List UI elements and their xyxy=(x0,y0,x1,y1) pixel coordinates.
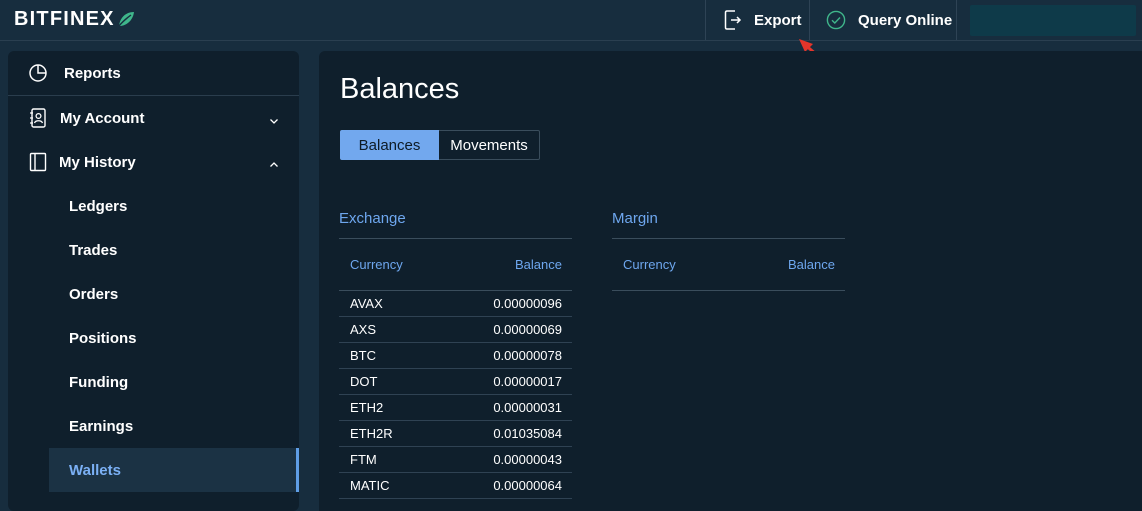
balance-cell: 0.00000017 xyxy=(493,374,562,389)
sidebar-item-earnings[interactable]: Earnings xyxy=(49,404,299,448)
sidebar-item-positions[interactable]: Positions xyxy=(49,316,299,360)
column-header-currency: Currency xyxy=(350,257,403,272)
sidebar-item-ledgers[interactable]: Ledgers xyxy=(49,184,299,228)
leaf-icon xyxy=(118,12,134,27)
pie-chart-icon xyxy=(28,63,48,83)
balance-cell: 0.00000096 xyxy=(493,296,562,311)
exchange-table-body: AVAX 0.00000096 AXS 0.00000069 BTC 0.00000078… xyxy=(339,291,572,499)
logo-text: BITFINEX xyxy=(14,7,115,30)
sidebar-item-wallets[interactable]: Wallets xyxy=(49,448,299,492)
currency-cell: MATIC xyxy=(350,478,390,493)
tab-bar: Balances Movements xyxy=(340,130,540,160)
export-button[interactable]: Export xyxy=(705,0,809,40)
sidebar-item-label: My History xyxy=(59,153,136,171)
sidebar-item-my-account[interactable]: My Account xyxy=(8,96,299,140)
sidebar-item-my-history[interactable]: My History xyxy=(8,140,299,184)
sidebar-item-trades[interactable]: Trades xyxy=(49,228,299,272)
exchange-section: Exchange Currency Balance AVAX 0.00000096… xyxy=(339,210,572,499)
table-row: MATIC 0.00000064 xyxy=(339,473,572,499)
check-circle-icon xyxy=(826,10,846,30)
column-header-balance: Balance xyxy=(515,257,562,272)
table-row: FTM 0.00000043 xyxy=(339,447,572,473)
table-row: ETH2 0.00000031 xyxy=(339,395,572,421)
table-row: BTC 0.00000078 xyxy=(339,343,572,369)
balance-cell: 0.00000069 xyxy=(493,322,562,337)
table-row: AXS 0.00000069 xyxy=(339,317,572,343)
table-row: DOT 0.00000017 xyxy=(339,369,572,395)
currency-cell: AVAX xyxy=(350,296,383,311)
account-icon xyxy=(28,108,48,128)
margin-section: Margin Currency Balance xyxy=(612,210,845,291)
bitfinex-logo[interactable]: BITFINEX xyxy=(14,8,135,30)
exchange-table-header: Currency Balance xyxy=(339,239,572,291)
currency-cell: ETH2R xyxy=(350,426,393,441)
table-row: ETH2R 0.01035084 xyxy=(339,421,572,447)
balance-cell: 0.00000078 xyxy=(493,348,562,363)
page-title: Balances xyxy=(340,73,460,105)
currency-cell: FTM xyxy=(350,452,377,467)
chevron-down-icon xyxy=(269,112,279,129)
query-online-button[interactable]: Query Online xyxy=(809,0,957,40)
currency-cell: DOT xyxy=(350,374,378,389)
history-book-icon xyxy=(28,152,48,172)
sidebar-item-reports[interactable]: Reports xyxy=(8,51,299,95)
currency-cell: ETH2 xyxy=(350,400,384,415)
column-header-currency: Currency xyxy=(623,257,676,272)
currency-cell: AXS xyxy=(350,322,377,337)
tab-balances[interactable]: Balances xyxy=(340,130,439,160)
sidebar-item-label: My Account xyxy=(60,109,145,127)
table-row: AVAX 0.00000096 xyxy=(339,291,572,317)
balance-cell: 0.00000064 xyxy=(493,478,562,493)
sidebar-item-funding[interactable]: Funding xyxy=(49,360,299,404)
balance-cell: 0.00000043 xyxy=(493,452,562,467)
sidebar: Reports My Account My History Ledgers Tr… xyxy=(8,51,299,511)
sidebar-item-label: Reports xyxy=(64,64,121,82)
sidebar-item-orders[interactable]: Orders xyxy=(49,272,299,316)
currency-cell: BTC xyxy=(350,348,376,363)
balance-cell: 0.00000031 xyxy=(493,400,562,415)
margin-table-header: Currency Balance xyxy=(612,239,845,291)
tab-movements[interactable]: Movements xyxy=(439,130,540,160)
exchange-title: Exchange xyxy=(339,210,572,239)
export-icon xyxy=(724,10,742,30)
balance-cell: 0.01035084 xyxy=(493,426,562,441)
export-label: Export xyxy=(754,11,802,29)
margin-title: Margin xyxy=(612,210,845,239)
main-panel: Balances Balances Movements Exchange Cur… xyxy=(319,51,1142,511)
chevron-up-icon xyxy=(269,156,279,173)
top-bar: BITFINEX Export Query Online xyxy=(0,0,1142,41)
column-header-balance: Balance xyxy=(788,257,835,272)
account-menu[interactable] xyxy=(970,5,1136,36)
query-online-label: Query Online xyxy=(858,11,953,29)
